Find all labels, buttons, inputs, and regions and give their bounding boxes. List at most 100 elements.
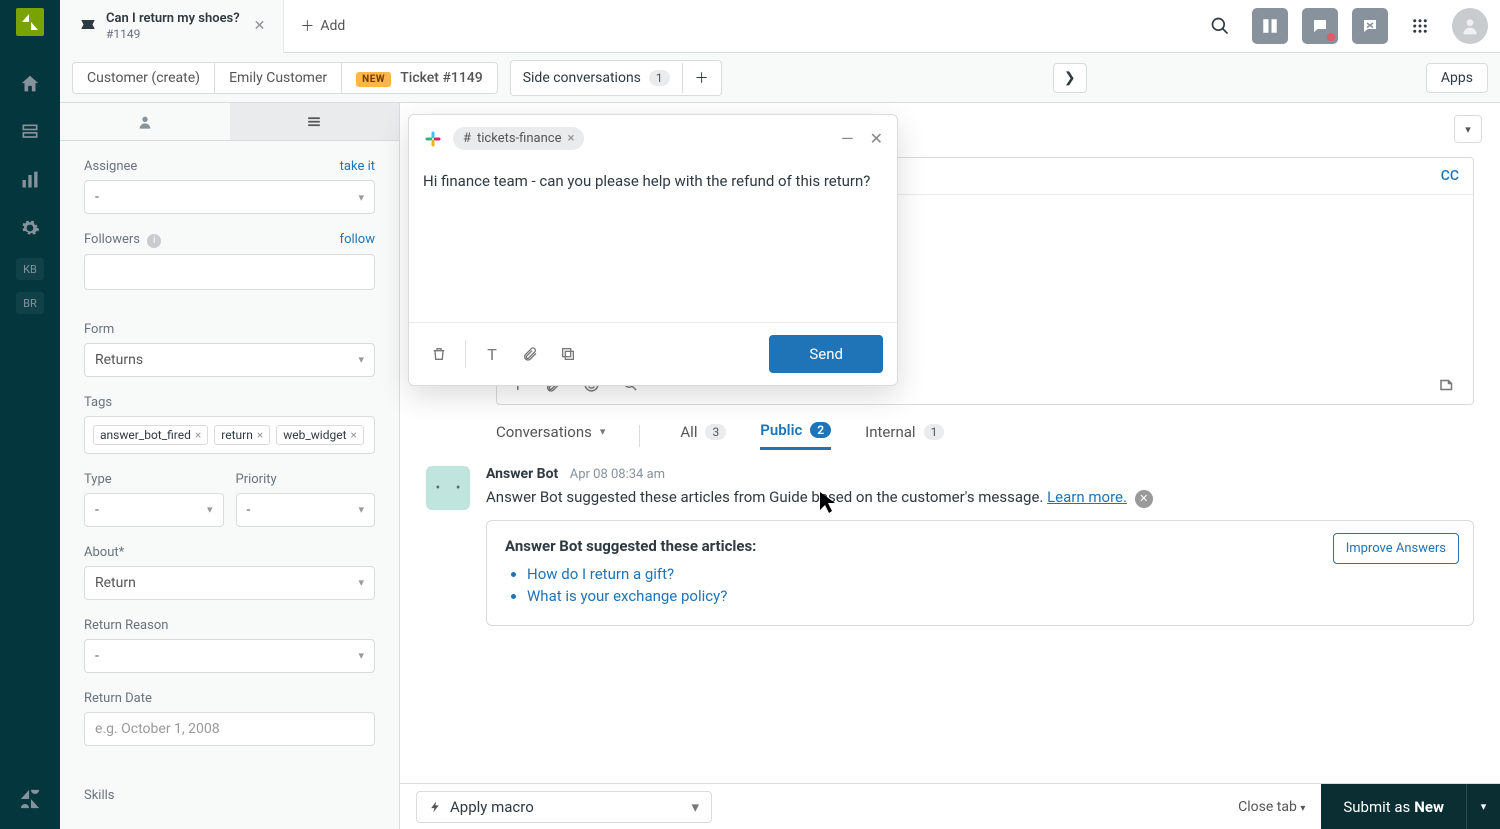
collapse-right-icon[interactable]: ❯ [1053, 63, 1087, 93]
ticket-pill-label: Ticket #1149 [400, 70, 482, 86]
tags-label: Tags [84, 395, 112, 410]
assignee-label: Assignee [84, 159, 137, 174]
article-link[interactable]: What is your exchange policy? [527, 587, 1455, 605]
suggested-articles-box: Improve Answers Answer Bot suggested the… [486, 520, 1474, 626]
search-icon[interactable] [1202, 8, 1238, 44]
submit-dropdown-icon[interactable]: ▾ [1466, 784, 1500, 829]
gear-icon[interactable] [12, 210, 48, 246]
new-badge: NEW [356, 72, 391, 87]
return-date-input[interactable]: e.g. October 1, 2008 [84, 712, 375, 746]
form-select[interactable]: Returns [84, 343, 375, 377]
reason-select[interactable]: - [84, 639, 375, 673]
close-tab-icon[interactable]: ✕ [254, 18, 266, 34]
improve-answers-button[interactable]: Improve Answers [1333, 533, 1459, 564]
tag-remove-icon[interactable]: × [351, 428, 357, 442]
product-logo[interactable] [16, 8, 44, 36]
footer-bar: Apply macro ▾ Close tab ▾ Submit asNew ▾ [400, 783, 1500, 829]
slack-channel-chip: # tickets-finance × [453, 127, 584, 150]
apply-macro-dropdown[interactable]: Apply macro ▾ [416, 791, 712, 823]
chip-remove-icon[interactable]: × [567, 131, 574, 146]
chat-unread-dot [1327, 33, 1335, 41]
customer-pill[interactable]: Customer (create) [73, 63, 215, 93]
home-icon[interactable] [12, 66, 48, 102]
ticket-icon [78, 16, 98, 36]
panel1-icon[interactable] [1252, 8, 1288, 44]
apps-grid-icon[interactable] [1402, 8, 1438, 44]
zendesk-icon[interactable] [12, 781, 48, 817]
info-icon[interactable]: i [147, 234, 161, 248]
slack-icon [423, 129, 443, 149]
collapse-header-icon[interactable]: ▾ [1454, 115, 1482, 143]
tab-all[interactable]: All3 [680, 423, 726, 449]
side-conversations: Side conversations 1 ＋ [510, 60, 722, 96]
talk-icon[interactable] [1352, 8, 1388, 44]
close-icon[interactable]: ✕ [870, 129, 883, 148]
sidenav-br-badge[interactable]: BR [16, 292, 44, 314]
priority-label: Priority [236, 472, 277, 487]
side-conversations-add[interactable]: ＋ [683, 61, 721, 95]
form-label: Form [84, 322, 114, 337]
bolt-icon [429, 799, 442, 815]
user-avatar[interactable] [1452, 8, 1488, 44]
divider [465, 340, 466, 368]
trash-icon[interactable] [423, 338, 455, 370]
tags-input[interactable]: answer_bot_fired× return× web_widget× [84, 416, 375, 454]
add-tab-label: Add [320, 18, 345, 34]
topbar: Can I return my shoes? #1149 ✕ ＋ Add [60, 0, 1500, 53]
knowledge-capture-icon[interactable] [1437, 376, 1457, 394]
submit-button[interactable]: Submit asNew [1321, 784, 1466, 829]
tag-item: web_widget× [276, 425, 364, 445]
bot-avatar: • • [426, 466, 470, 510]
copy-icon[interactable] [552, 338, 584, 370]
message-author: Answer Bot [486, 466, 558, 482]
window-tab-ticket[interactable]: Can I return my shoes? #1149 ✕ [60, 0, 284, 53]
article-link[interactable]: How do I return a gift? [527, 565, 1455, 583]
follow-link[interactable]: follow [340, 232, 375, 247]
left-tab-user[interactable] [60, 103, 230, 140]
requester-pill[interactable]: Emily Customer [215, 63, 342, 93]
type-select[interactable]: - [84, 493, 224, 527]
dismiss-icon[interactable]: ✕ [1135, 490, 1153, 508]
left-tab-ticket[interactable] [230, 103, 400, 140]
channel-name: tickets-finance [477, 131, 561, 146]
side-conversations-button[interactable]: Side conversations 1 [511, 63, 683, 93]
type-label: Type [84, 472, 112, 487]
take-it-link[interactable]: take it [340, 159, 375, 174]
ticket-fields-panel: Assignee take it - Followers i follow Fo… [60, 103, 400, 829]
followers-label: Followers i [84, 232, 161, 248]
cc-button[interactable]: CC [1441, 168, 1459, 184]
side-conversations-label: Side conversations [523, 70, 641, 86]
tag-remove-icon[interactable]: × [257, 428, 263, 442]
views-icon[interactable] [12, 114, 48, 150]
chat-icon[interactable] [1302, 8, 1338, 44]
priority-select[interactable]: - [236, 493, 376, 527]
message-time: Apr 08 08:34 am [570, 467, 665, 482]
format-text-icon[interactable]: T [476, 338, 508, 370]
tab-internal[interactable]: Internal1 [865, 423, 944, 449]
about-select[interactable]: Return [84, 566, 375, 600]
apps-button[interactable]: Apps [1426, 63, 1488, 93]
add-tab-button[interactable]: ＋ Add [284, 16, 361, 36]
context-pills: Customer (create) Emily Customer NEW Tic… [72, 62, 498, 94]
attach-icon[interactable] [514, 338, 546, 370]
skills-label: Skills [84, 788, 115, 803]
reports-icon[interactable] [12, 162, 48, 198]
context-row: Customer (create) Emily Customer NEW Tic… [60, 53, 1500, 103]
conversations-dropdown[interactable]: Conversations▾ [496, 423, 605, 449]
send-button[interactable]: Send [769, 335, 883, 373]
learn-more-link[interactable]: Learn more. [1047, 488, 1127, 506]
chevron-down-icon: ▾ [691, 798, 699, 816]
ticket-pill[interactable]: NEW Ticket #1149 [342, 63, 497, 93]
popover-textarea[interactable]: Hi finance team - can you please help wi… [409, 162, 897, 322]
tag-remove-icon[interactable]: × [195, 428, 201, 442]
sidenav-kb-badge[interactable]: KB [16, 258, 44, 280]
hash-icon: # [463, 131, 471, 146]
plus-icon: ＋ [300, 16, 314, 36]
articles-title: Answer Bot suggested these articles: [505, 537, 1455, 555]
tab-public[interactable]: Public2 [760, 421, 831, 450]
close-tab-button[interactable]: Close tab ▾ [1222, 799, 1321, 815]
followers-input[interactable] [84, 254, 375, 290]
side-conv-count: 1 [649, 70, 670, 86]
minimize-icon[interactable]: — [841, 129, 854, 148]
assignee-select[interactable]: - [84, 180, 375, 214]
